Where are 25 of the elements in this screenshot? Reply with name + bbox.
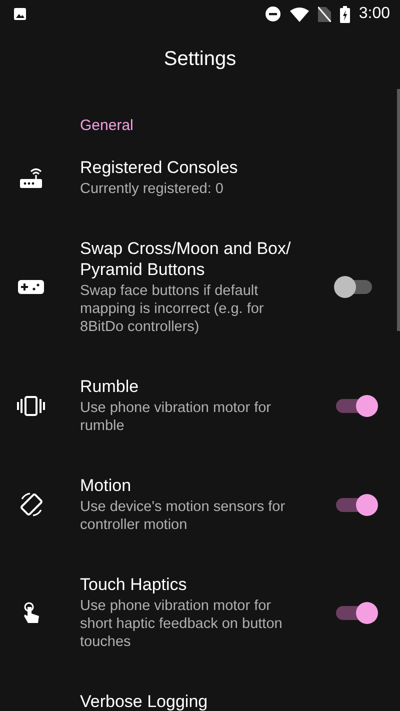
screen-rotation-icon — [18, 491, 44, 518]
setting-title: Swap Cross/Moon and Box/ Pyramid Buttons — [80, 238, 292, 280]
setting-description: Currently registered: 0 — [80, 180, 224, 198]
setting-title: Rumble — [80, 376, 140, 397]
clock-time: 3:00 — [358, 5, 390, 23]
setting-title: Registered Consoles — [80, 157, 239, 178]
gamepad-icon — [18, 280, 44, 294]
setting-description: Swap face buttons if default mapping is incorrect (e.g. for 8BitDo controllers) — [80, 282, 265, 336]
router-icon — [19, 166, 43, 188]
setting-title: Touch Haptics — [80, 574, 188, 595]
setting-description: Use device's motion sensors for controller motion — [80, 498, 286, 534]
vibration-icon — [17, 396, 45, 416]
wifi-icon — [290, 6, 309, 22]
setting-title: Motion — [80, 475, 132, 496]
toggle-switch[interactable] — [334, 275, 374, 299]
section-header: General — [80, 117, 134, 134]
do-not-disturb-icon — [264, 6, 281, 22]
no-sim-icon — [318, 6, 331, 22]
setting-description: Use phone vibration motor for rumble — [80, 399, 272, 435]
setting-description: Use phone vibration motor for short haptic feedback on button touches — [80, 597, 284, 651]
touch-icon — [22, 602, 40, 624]
image-icon — [13, 7, 27, 21]
battery-charging-icon — [340, 6, 350, 22]
setting-title: Verbose Logging — [80, 691, 209, 711]
page-title: Settings — [164, 48, 236, 70]
